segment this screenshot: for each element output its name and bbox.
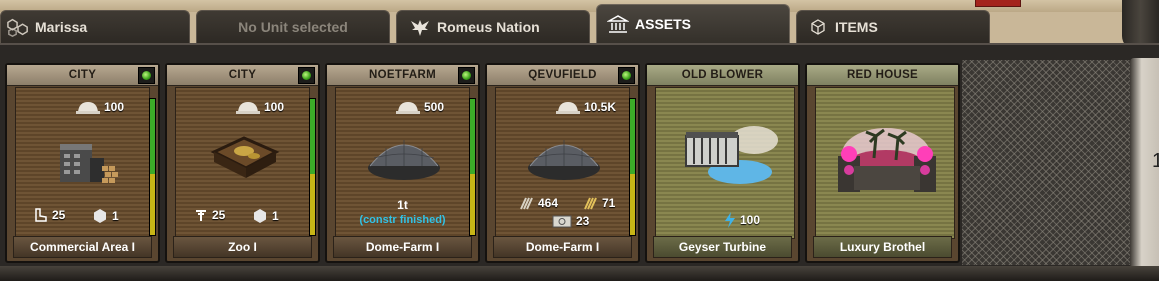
dome-image [528,140,600,180]
worker-cap-icon [556,102,580,114]
energy-value: 100 [740,213,761,227]
resource-value: 1 [112,209,119,223]
population-value: 100 [264,100,285,114]
wheat-value: 464 [538,196,559,210]
empty-mesh-area [962,60,1130,265]
population-stat: 500 [396,100,444,114]
commercial-building-image [60,144,118,183]
status-light-icon [458,67,475,84]
asset-card-luxury-brothel[interactable]: RED HOUSE Luxury Brothel [805,63,960,263]
status-light-icon [618,67,635,84]
card-location: OLD BLOWER [647,65,798,86]
money-stat: 23 [552,214,589,228]
card-body: 100 [655,87,795,239]
worker-cap-icon [236,102,260,114]
map-marker [975,0,1021,7]
card-location: RED HOUSE [807,65,958,86]
eagle-emblem-icon [409,16,431,38]
fill-gauge [469,98,476,236]
tab-items[interactable]: ITEMS [796,10,990,43]
hexagon-resource-icon [254,209,266,223]
worker-cap-icon [396,102,420,114]
hexagon-resource-icon [94,209,106,223]
fill-gauge [629,98,636,236]
tab-label: No Unit selected [238,19,348,35]
money-icon [552,215,572,227]
card-location: NOETFARM [327,65,478,86]
tab-marissa[interactable]: Marissa [0,10,190,43]
population-stat: 100 [76,100,124,114]
building-icon [607,13,629,35]
zoo-enclosure-image [210,136,280,178]
construction-status: (constr finished) [359,214,446,226]
card-location: CITY [7,65,158,86]
side-panel-text: 1 [1152,150,1159,172]
wheat-icon [520,197,533,210]
card-body: 100 25 1 [15,87,150,239]
grain-stat: 71 [582,196,615,210]
asset-card-geyser-turbine[interactable]: OLD BLOWER 100 Geyser Turbine [645,63,800,263]
tab-label: ITEMS [835,19,878,35]
tab-label: Romeus Nation [437,19,540,35]
bottom-frame [0,266,1159,281]
status-light-icon [138,67,155,84]
tab-assets[interactable]: ASSETS [596,4,790,43]
asset-name: Zoo I [173,236,312,258]
tab-unit[interactable]: No Unit selected [196,10,390,43]
tab-label: ASSETS [635,16,692,32]
asset-card-zoo[interactable]: CITY 100 25 1 Zoo I [165,63,320,263]
labor-value: 25 [212,208,226,222]
resource-stat: 1 [92,208,119,224]
asset-name: Dome-Farm I [493,236,632,258]
asset-card-dome-farm-noetfarm[interactable]: NOETFARM 500 1t (constr finished) Dome-F… [325,63,480,263]
status-light-icon [298,67,315,84]
tab-nation[interactable]: Romeus Nation [396,10,590,43]
population-value: 100 [104,100,125,114]
resource-value: 1 [272,209,279,223]
card-location: CITY [167,65,318,86]
brothel-dome-image [838,128,936,192]
dome-image [368,140,440,180]
money-value: 23 [576,214,590,228]
asset-card-commercial-area[interactable]: CITY 100 25 1 Commercial Area I [5,63,160,263]
energy-stat: 100 [724,212,760,228]
hexagons-icon [7,16,29,38]
card-location: QEVUFIELD [487,65,638,86]
asset-name: Dome-Farm I [333,236,472,258]
card-body [815,87,955,239]
population-value: 10.5K [584,100,617,114]
cube-icon [807,16,829,38]
lightning-icon [725,212,735,228]
card-body: 500 1t (constr finished) [335,87,470,239]
population-stat: 10.5K [556,100,616,114]
fill-gauge [309,98,316,236]
worker-cap-icon [76,102,100,114]
side-scroll-panel[interactable]: 1 [1130,58,1159,268]
card-body: 10.5K 464 71 23 [495,87,630,239]
production-value: 1t [397,198,408,212]
labor-value: 25 [52,208,66,222]
population-stat: 100 [236,100,284,114]
labor-stat: 25 [194,208,225,222]
fill-gauge [149,98,156,236]
asset-name: Geyser Turbine [653,236,792,258]
asset-card-dome-farm-qevufield[interactable]: QEVUFIELD 10.5K 464 71 23 Dome-Farm I [485,63,640,263]
population-value: 500 [424,100,445,114]
grain-value: 71 [602,196,616,210]
card-body: 100 25 1 [175,87,310,239]
asset-name: Commercial Area I [13,236,152,258]
geyser-turbine-image [685,126,778,184]
tree-icon [196,210,206,221]
asset-name: Luxury Brothel [813,236,952,258]
boot-icon [35,208,47,222]
tab-label: Marissa [35,19,88,35]
wheat-stat: 464 [518,196,558,210]
labor-stat: 25 [34,208,65,222]
grain-icon [584,197,597,210]
resource-stat: 1 [252,208,279,224]
